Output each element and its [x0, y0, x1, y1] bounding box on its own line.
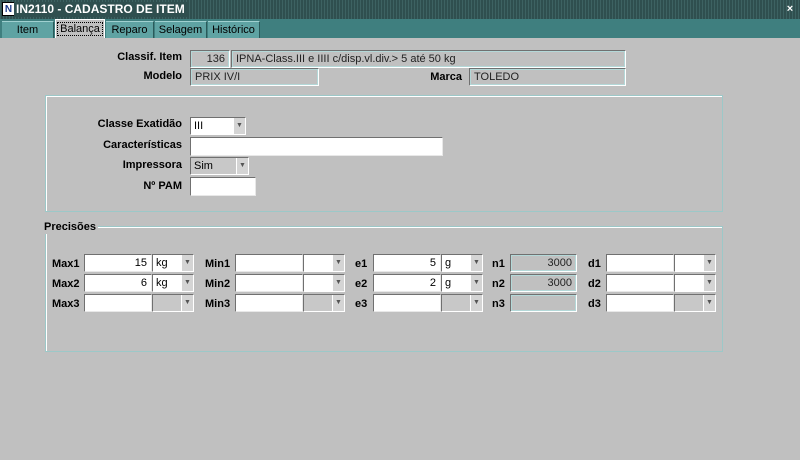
e1-input[interactable]: 5 [373, 254, 441, 272]
marca-label: Marca [430, 71, 462, 83]
chevron-down-icon[interactable]: ▼ [236, 158, 248, 174]
modelo-field: PRIX IV/I [190, 68, 319, 86]
chevron-down-icon[interactable]: ▼ [181, 295, 193, 311]
n2-label: n2 [492, 278, 505, 290]
n3-field [510, 294, 577, 312]
chevron-down-icon[interactable]: ▼ [470, 275, 482, 291]
tab-balanca[interactable]: Balança [55, 19, 105, 38]
max2-label: Max2 [52, 278, 80, 290]
impressora-label: Impressora [122, 159, 182, 171]
tab-item[interactable]: Item [2, 21, 54, 38]
precisoes-title: Precisões [42, 220, 98, 234]
e1-label: e1 [355, 258, 368, 270]
min1-unit-select[interactable]: ▼ [303, 254, 345, 272]
modelo-label: Modelo [143, 70, 183, 82]
chevron-down-icon[interactable]: ▼ [181, 255, 193, 271]
n3-label: n3 [492, 298, 505, 310]
d1-unit-select[interactable]: ▼ [674, 254, 716, 272]
max1-unit-value: kg [156, 257, 168, 269]
min1-label: Min1 [205, 258, 231, 270]
pam-input[interactable] [190, 177, 256, 196]
max2-unit-value: kg [156, 277, 168, 289]
impressora-value: Sim [194, 160, 213, 172]
min1-input[interactable] [235, 254, 303, 272]
e3-label: e3 [355, 298, 368, 310]
max3-unit-select[interactable]: ▼ [152, 294, 194, 312]
d3-input[interactable] [606, 294, 674, 312]
e1-unit-select[interactable]: g ▼ [441, 254, 483, 272]
min2-input[interactable] [235, 274, 303, 292]
window-titlebar: N IN2110 - CADASTRO DE ITEM × [0, 0, 800, 19]
d2-unit-select[interactable]: ▼ [674, 274, 716, 292]
marca-field: TOLEDO [469, 68, 626, 86]
n1-field: 3000 [510, 254, 577, 272]
chevron-down-icon[interactable]: ▼ [703, 275, 715, 291]
e3-input[interactable] [373, 294, 441, 312]
tab-selagem[interactable]: Selagem [155, 21, 207, 38]
e2-unit-value: g [445, 277, 452, 289]
max2-input[interactable]: 6 [84, 274, 152, 292]
caracteristicas-input[interactable] [190, 137, 443, 156]
classif-item-label: Classif. Item [117, 51, 182, 63]
caracteristicas-label: Características [103, 139, 182, 151]
tab-historico[interactable]: Histórico [208, 21, 260, 38]
e2-unit-select[interactable]: g ▼ [441, 274, 483, 292]
max1-label: Max1 [52, 258, 80, 270]
e2-input[interactable]: 2 [373, 274, 441, 292]
max3-label: Max3 [52, 298, 80, 310]
tab-strip: Item Balança Reparo Selagem Histórico [0, 19, 800, 38]
close-icon[interactable]: × [783, 1, 797, 17]
e3-unit-select[interactable]: ▼ [441, 294, 483, 312]
e1-unit-value: g [445, 257, 452, 269]
classif-item-desc-field: IPNA-Class.III e IIII c/disp.vl.div.> 5 … [231, 50, 626, 68]
classe-exatidao-value: III [194, 120, 204, 132]
classe-exatidao-label: Classe Exatidão [97, 118, 182, 130]
max1-unit-select[interactable]: kg ▼ [152, 254, 194, 272]
n2-field: 3000 [510, 274, 577, 292]
chevron-down-icon[interactable]: ▼ [332, 295, 344, 311]
classif-item-code-field: 136 [190, 50, 230, 68]
window-title: IN2110 - CADASTRO DE ITEM [14, 2, 189, 17]
min2-label: Min2 [205, 278, 231, 290]
max2-unit-select[interactable]: kg ▼ [152, 274, 194, 292]
chevron-down-icon[interactable]: ▼ [181, 275, 193, 291]
min3-input[interactable] [235, 294, 303, 312]
d3-label: d3 [588, 298, 601, 310]
classe-exatidao-select[interactable]: III ▼ [190, 117, 246, 135]
chevron-down-icon[interactable]: ▼ [703, 295, 715, 311]
min3-label: Min3 [205, 298, 231, 310]
chevron-down-icon[interactable]: ▼ [233, 118, 245, 134]
chevron-down-icon[interactable]: ▼ [332, 255, 344, 271]
d2-label: d2 [588, 278, 601, 290]
chevron-down-icon[interactable]: ▼ [470, 295, 482, 311]
n1-label: n1 [492, 258, 505, 270]
chevron-down-icon[interactable]: ▼ [332, 275, 344, 291]
d2-input[interactable] [606, 274, 674, 292]
min3-unit-select[interactable]: ▼ [303, 294, 345, 312]
d3-unit-select[interactable]: ▼ [674, 294, 716, 312]
min2-unit-select[interactable]: ▼ [303, 274, 345, 292]
chevron-down-icon[interactable]: ▼ [470, 255, 482, 271]
tab-reparo[interactable]: Reparo [106, 21, 154, 38]
d1-label: d1 [588, 258, 601, 270]
max3-input[interactable] [84, 294, 152, 312]
impressora-select[interactable]: Sim ▼ [190, 157, 249, 175]
e2-label: e2 [355, 278, 368, 290]
d1-input[interactable] [606, 254, 674, 272]
chevron-down-icon[interactable]: ▼ [703, 255, 715, 271]
pam-label: Nº PAM [143, 180, 182, 192]
max1-input[interactable]: 15 [84, 254, 152, 272]
